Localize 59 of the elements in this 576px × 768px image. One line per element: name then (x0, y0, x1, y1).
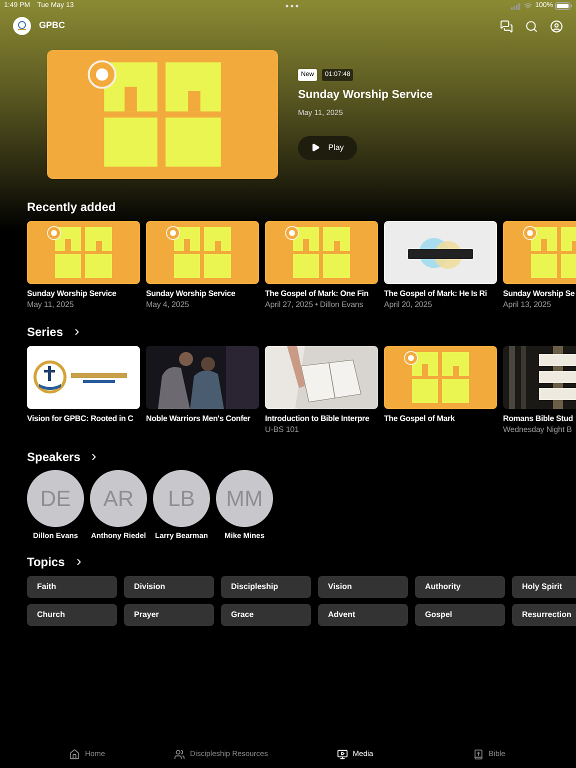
signal-icon (511, 2, 522, 10)
card-subtitle: April 13, 2025 (503, 299, 552, 310)
card-title: The Gospel of Mark: He Is Ri (384, 288, 488, 299)
media-card[interactable]: The Gospel of Mark: He Is Ri April 20, 2025 (384, 221, 497, 310)
topic-chip[interactable]: Church (27, 604, 117, 626)
card-title: Introduction to Bible Interpre (265, 413, 370, 424)
tab-icon (68, 748, 80, 760)
profile-icon[interactable] (550, 20, 563, 32)
search-icon[interactable] (525, 20, 538, 32)
section-title: Recently added (27, 199, 116, 215)
featured-title: Sunday Worship Service (298, 88, 433, 104)
topic-chip[interactable]: Gospel (415, 604, 505, 626)
card-subtitle: U-BS 101 (265, 424, 300, 435)
card-title: Sunday Worship Service (146, 288, 236, 299)
media-card[interactable]: The Gospel of Mark: One Fin April 27, 2025 • Dillon Evans (265, 221, 378, 310)
play-icon (311, 143, 320, 152)
media-card[interactable]: Sunday Worship Se April 13, 2025 (503, 221, 576, 310)
card-title: The Gospel of Mark (384, 413, 456, 424)
section-title[interactable]: Series (27, 324, 64, 340)
card-title: Sunday Worship Service (27, 288, 118, 299)
more-dots-icon (285, 4, 300, 8)
topic-chip[interactable]: Authority (415, 576, 505, 598)
media-card[interactable]: Sunday Worship Service May 11, 2025 (27, 221, 140, 310)
card-subtitle: April 20, 2025 (384, 299, 433, 310)
section-title[interactable]: Topics (27, 554, 65, 570)
card-title: Romans Bible Stud (503, 413, 574, 424)
card-subtitle: Wednesday Night B (503, 424, 573, 435)
wifi-icon (524, 2, 532, 10)
topic-chip[interactable]: Resurrection (512, 604, 576, 626)
media-card[interactable]: Introduction to Bible Interpre U-BS 101 (265, 346, 378, 435)
card-title: The Gospel of Mark: One Fin (265, 288, 370, 299)
topic-chip[interactable]: Grace (221, 604, 311, 626)
topic-chip[interactable]: Prayer (124, 604, 214, 626)
media-card[interactable]: Romans Bible Stud Wednesday Night B (503, 346, 576, 435)
battery-icon (555, 2, 572, 10)
tab-icon (336, 748, 348, 760)
topic-chip[interactable]: Faith (27, 576, 117, 598)
play-button[interactable]: Play (298, 136, 357, 160)
tab-icon (174, 748, 186, 760)
media-card[interactable]: Noble Warriors Men's Confer (146, 346, 259, 435)
topic-chip[interactable]: Division (124, 576, 214, 598)
topic-chip[interactable]: Advent (318, 604, 408, 626)
topic-chip[interactable]: Holy Spirit (512, 576, 576, 598)
card-title: Vision for GPBC: Rooted in C (27, 413, 134, 424)
card-subtitle: April 27, 2025 • Dillon Evans (265, 299, 364, 310)
app-title: GPBC (39, 19, 66, 32)
card-subtitle: May 4, 2025 (146, 299, 190, 310)
media-card[interactable]: The Gospel of Mark (384, 346, 497, 435)
card-title: Noble Warriors Men's Confer (146, 413, 252, 424)
media-card[interactable]: Vision for GPBC: Rooted in C (27, 346, 140, 435)
section-title[interactable]: Speakers (27, 449, 80, 465)
bible-icon (472, 748, 484, 760)
media-card[interactable]: Sunday Worship Service May 4, 2025 (146, 221, 259, 310)
card-title: Sunday Worship Se (503, 288, 576, 299)
topic-chip[interactable]: Discipleship (221, 576, 311, 598)
card-subtitle: May 11, 2025 (27, 299, 75, 310)
church-logo-icon[interactable] (13, 17, 31, 35)
chat-icon[interactable] (500, 20, 513, 32)
topic-chip[interactable]: Vision (318, 576, 408, 598)
